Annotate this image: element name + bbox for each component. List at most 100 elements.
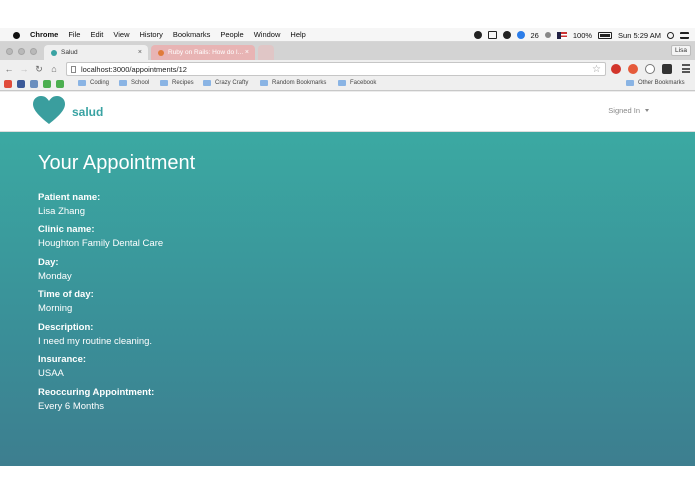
info-extension-icon[interactable] xyxy=(645,64,655,74)
field-value: Monday xyxy=(38,271,72,282)
x-extension-icon[interactable] xyxy=(662,64,672,74)
notification-icon[interactable] xyxy=(516,31,525,39)
battery-percent: 100% xyxy=(572,30,593,40)
clock[interactable]: Sun 5:29 AM xyxy=(618,31,661,40)
gmail-icon[interactable] xyxy=(4,80,12,88)
folder-icon xyxy=(78,80,86,86)
field-insurance: Insurance: USAA xyxy=(38,354,86,379)
notification-count: 26 xyxy=(530,30,539,40)
menu-edit[interactable]: Edit xyxy=(90,30,103,39)
folder-icon xyxy=(626,80,634,86)
field-value: Every 6 Months xyxy=(38,401,104,412)
new-tab-button[interactable] xyxy=(258,45,274,60)
menu-app-chrome[interactable]: Chrome xyxy=(30,30,58,39)
close-tab-icon[interactable]: × xyxy=(245,49,249,56)
screen: Chrome File Edit View History Bookmarks … xyxy=(0,28,695,466)
chrome-menu-icon[interactable] xyxy=(682,64,690,73)
menu-file[interactable]: File xyxy=(68,30,80,39)
minimize-window-button[interactable] xyxy=(18,48,25,55)
tab-label: Ruby on Rails: How do I... xyxy=(168,49,244,56)
bookmark-label: Facebook xyxy=(350,80,377,86)
extension-icon[interactable] xyxy=(628,64,638,74)
menu-people[interactable]: People xyxy=(220,30,243,39)
battery-icon[interactable] xyxy=(598,31,613,39)
field-label: Insurance: xyxy=(38,354,87,365)
field-value: Lisa Zhang xyxy=(38,206,86,217)
field-value: USAA xyxy=(38,368,64,379)
dropbox-icon[interactable] xyxy=(473,31,482,39)
window-icon[interactable] xyxy=(487,31,497,39)
tab-salud[interactable]: Salud × xyxy=(44,45,148,60)
browser-toolbar: ← → ↻ ⌂ localhost:3000/appointments/12 ☆ xyxy=(0,60,695,78)
bookmark-folder-crazy-crafty[interactable]: Crazy Crafty xyxy=(203,80,248,86)
menu-view[interactable]: View xyxy=(113,30,129,39)
apple-icon[interactable] xyxy=(12,30,20,39)
field-label: Clinic name: xyxy=(38,224,95,235)
spotlight-search-icon[interactable] xyxy=(667,31,674,39)
field-patient-name: Patient name: Lisa Zhang xyxy=(38,192,100,217)
other-bookmarks-folder[interactable]: Other Bookmarks xyxy=(626,80,685,86)
adblock-icon[interactable] xyxy=(611,64,621,74)
bookmarks-bar: Coding School Recipes Crazy Crafty Rando… xyxy=(0,78,695,91)
bookmark-label: School xyxy=(131,80,150,86)
field-clinic-name: Clinic name: Houghton Family Dental Care xyxy=(38,224,163,249)
bookmark-label: Crazy Crafty xyxy=(215,80,249,86)
zoom-window-button[interactable] xyxy=(30,48,37,55)
field-value: Morning xyxy=(38,303,73,314)
url-text[interactable]: localhost:3000/appointments/12 xyxy=(81,65,187,74)
menu-window[interactable]: Window xyxy=(254,30,281,39)
brand-name[interactable]: salud xyxy=(72,105,103,119)
bookmark-label: Random Bookmarks xyxy=(272,80,327,86)
signed-in-dropdown[interactable]: Signed In xyxy=(608,106,649,115)
site-navbar: salud Signed In xyxy=(0,92,695,132)
bookmark-icon[interactable] xyxy=(43,80,51,88)
appointment-panel: Your Appointment Patient name: Lisa Zhan… xyxy=(0,132,695,466)
profile-button[interactable]: Lisa xyxy=(671,45,691,56)
bookmark-icon[interactable] xyxy=(30,80,38,88)
field-label: Reoccuring Appointment: xyxy=(38,387,155,398)
field-label: Time of day: xyxy=(38,289,94,300)
forward-arrow-icon[interactable]: → xyxy=(18,63,30,75)
folder-icon xyxy=(203,80,211,86)
notification-center-icon[interactable] xyxy=(680,31,689,39)
close-tab-icon[interactable]: × xyxy=(138,49,142,56)
field-label: Patient name: xyxy=(38,192,101,203)
stackoverflow-favicon-icon xyxy=(158,49,164,56)
bookmark-folder-recipes[interactable]: Recipes xyxy=(160,80,194,86)
menu-history[interactable]: History xyxy=(140,30,163,39)
field-time-of-day: Time of day: Morning xyxy=(38,289,94,314)
field-label: Day: xyxy=(38,257,59,268)
close-window-button[interactable] xyxy=(6,48,13,55)
page-title: Your Appointment xyxy=(38,152,196,174)
menu-extras: 26 100% Sun 5:29 AM xyxy=(473,28,689,42)
folder-icon xyxy=(338,80,346,86)
menu-bookmarks[interactable]: Bookmarks xyxy=(173,30,211,39)
wifi-icon[interactable] xyxy=(544,32,551,38)
menu-help[interactable]: Help xyxy=(290,30,305,39)
tab-ruby-on-rails[interactable]: Ruby on Rails: How do I... × xyxy=(151,45,255,60)
bookmark-label: Other Bookmarks xyxy=(638,80,685,86)
address-bar[interactable]: localhost:3000/appointments/12 ☆ xyxy=(66,62,606,76)
field-value: Houghton Family Dental Care xyxy=(38,238,164,249)
home-icon[interactable]: ⌂ xyxy=(48,63,60,75)
bookmark-folder-school[interactable]: School xyxy=(119,80,149,86)
bookmark-label: Coding xyxy=(90,80,110,86)
page-icon xyxy=(71,66,76,73)
bookmark-folder-facebook[interactable]: Facebook xyxy=(338,80,376,86)
bookmark-star-icon[interactable]: ☆ xyxy=(592,63,601,76)
field-label: Description: xyxy=(38,322,94,333)
bookmark-label: Recipes xyxy=(172,80,194,86)
bookmark-folder-random-bookmarks[interactable]: Random Bookmarks xyxy=(260,80,326,86)
web-page: salud Signed In Your Appointment Patient… xyxy=(0,92,695,466)
heart-logo-icon[interactable] xyxy=(33,96,65,126)
signed-in-label: Signed In xyxy=(608,106,640,115)
field-value: I need my routine cleaning. xyxy=(38,336,153,347)
back-arrow-icon[interactable]: ← xyxy=(3,63,15,75)
reload-icon[interactable]: ↻ xyxy=(33,63,45,75)
evernote-icon[interactable] xyxy=(502,31,511,39)
folder-icon xyxy=(260,80,268,86)
us-flag-icon[interactable] xyxy=(556,31,567,39)
bookmark-icon[interactable] xyxy=(56,80,64,88)
facebook-icon[interactable] xyxy=(17,80,25,88)
bookmark-folder-coding[interactable]: Coding xyxy=(78,80,109,86)
